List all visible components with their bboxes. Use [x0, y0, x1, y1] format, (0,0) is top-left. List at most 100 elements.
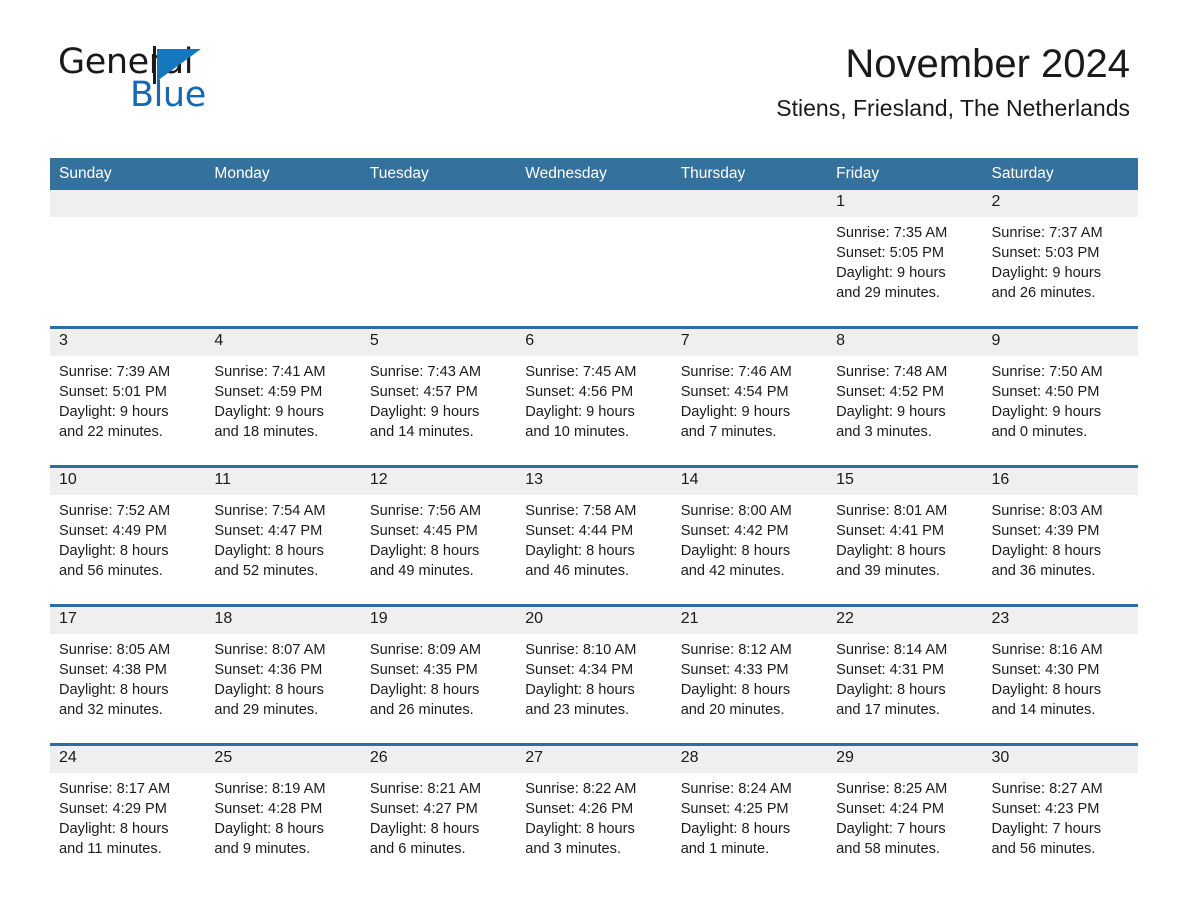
logo-triangle-flag-icon	[157, 49, 201, 81]
weekday-header-wednesday: Wednesday	[516, 158, 672, 190]
day-cell[interactable]: Sunrise: 8:00 AM Sunset: 4:42 PM Daylight:…	[671, 495, 828, 606]
day-cell[interactable]: Sunrise: 8:22 AM Sunset: 4:26 PM Daylight:…	[516, 773, 672, 882]
sunrise-text: Sunrise: 7:43 AM	[369, 364, 481, 380]
day-cell[interactable]: Sunrise: 7:41 AM Sunset: 4:59 PM Daylight:…	[205, 356, 361, 467]
daylight-text-1: Daylight: 9 hours	[214, 404, 324, 420]
day-cell[interactable]: Sunrise: 8:14 AM Sunset: 4:31 PM Daylight:…	[827, 634, 983, 745]
day-cell[interactable]: Sunrise: 8:05 AM Sunset: 4:38 PM Daylight:…	[50, 634, 206, 745]
day-cell[interactable]: Sunrise: 8:01 AM Sunset: 4:41 PM Daylight:…	[827, 495, 983, 606]
day-cell[interactable]: Sunrise: 7:50 AM Sunset: 4:50 PM Daylight:…	[982, 356, 1138, 467]
daylight-text-1: Daylight: 8 hours	[369, 821, 480, 837]
day-number: 17	[50, 604, 206, 634]
daylight-text-2: and 18 minutes.	[214, 424, 319, 440]
day-cell[interactable]: Sunrise: 7:54 AM Sunset: 4:47 PM Daylight:…	[205, 495, 361, 606]
day-cell[interactable]: Sunrise: 7:43 AM Sunset: 4:57 PM Daylight:…	[360, 356, 517, 467]
day-cell[interactable]: Sunrise: 8:21 AM Sunset: 4:27 PM Daylight:…	[360, 773, 517, 882]
sunrise-text: Sunrise: 7:37 AM	[991, 225, 1103, 241]
sunrise-text: Sunrise: 7:54 AM	[214, 503, 326, 519]
week-row: 1 2	[50, 190, 1138, 217]
day-cell[interactable]: Sunrise: 8:27 AM Sunset: 4:23 PM Daylight:…	[982, 773, 1138, 882]
sunset-text: Sunset: 4:29 PM	[59, 801, 167, 817]
day-number: 30	[982, 743, 1138, 773]
sunrise-text: Sunrise: 8:17 AM	[59, 781, 171, 797]
day-cell[interactable]: Sunrise: 8:24 AM Sunset: 4:25 PM Daylight:…	[671, 773, 828, 882]
day-cell[interactable]: Sunrise: 7:58 AM Sunset: 4:44 PM Daylight:…	[516, 495, 672, 606]
sunset-text: Sunset: 4:35 PM	[369, 662, 478, 678]
daylight-text-2: and 9 minutes.	[214, 841, 311, 857]
day-cell[interactable]: Sunrise: 7:37 AM Sunset: 5:03 PM Daylight:…	[982, 217, 1138, 328]
week-row: 17 18 19 20 21 22 23	[50, 604, 1138, 634]
day-cell[interactable]	[50, 217, 206, 328]
day-cell[interactable]: Sunrise: 7:45 AM Sunset: 4:56 PM Daylight:…	[516, 356, 672, 467]
day-cell[interactable]: Sunrise: 8:25 AM Sunset: 4:24 PM Daylight:…	[827, 773, 983, 882]
week-row: 24 25 26 27 28 29 30	[50, 743, 1138, 773]
day-cell[interactable]: Sunrise: 7:39 AM Sunset: 5:01 PM Daylight:…	[50, 356, 206, 467]
day-cell[interactable]: Sunrise: 8:07 AM Sunset: 4:36 PM Daylight:…	[205, 634, 361, 745]
day-cell[interactable]: Sunrise: 8:17 AM Sunset: 4:29 PM Daylight:…	[50, 773, 206, 882]
sunrise-text: Sunrise: 8:03 AM	[991, 503, 1103, 519]
sunrise-text: Sunrise: 7:45 AM	[525, 364, 637, 380]
day-cell[interactable]: Sunrise: 8:10 AM Sunset: 4:34 PM Daylight:…	[516, 634, 672, 745]
day-cell[interactable]: Sunrise: 8:16 AM Sunset: 4:30 PM Daylight:…	[982, 634, 1138, 745]
title-block: November 2024 Stiens, Friesland, The Net…	[776, 42, 1130, 121]
day-number: 22	[827, 604, 983, 634]
day-cell[interactable]: Sunrise: 7:46 AM Sunset: 4:54 PM Daylight:…	[671, 356, 828, 467]
daylight-text-2: and 20 minutes.	[680, 702, 785, 718]
daylight-text-1: Daylight: 9 hours	[991, 404, 1102, 420]
week-detail-row: Sunrise: 7:35 AM Sunset: 5:05 PM Daylight:…	[50, 217, 1138, 328]
sunset-text: Sunset: 4:24 PM	[836, 801, 945, 817]
day-cell[interactable]: Sunrise: 7:35 AM Sunset: 5:05 PM Daylight:…	[827, 217, 983, 328]
sunset-text: Sunset: 4:39 PM	[991, 523, 1100, 539]
day-cell[interactable]: Sunrise: 7:56 AM Sunset: 4:45 PM Daylight:…	[360, 495, 517, 606]
daylight-text-1: Daylight: 9 hours	[991, 265, 1102, 281]
day-cell[interactable]	[671, 217, 828, 328]
weekday-header-tuesday: Tuesday	[360, 158, 517, 190]
daylight-text-1: Daylight: 8 hours	[680, 543, 791, 559]
sunrise-text: Sunrise: 8:14 AM	[836, 642, 948, 658]
sunrise-text: Sunrise: 8:16 AM	[991, 642, 1103, 658]
daylight-text-1: Daylight: 8 hours	[991, 682, 1102, 698]
day-cell[interactable]: Sunrise: 7:52 AM Sunset: 4:49 PM Daylight:…	[50, 495, 206, 606]
day-number: 12	[360, 465, 517, 495]
daylight-text-2: and 29 minutes.	[836, 285, 940, 301]
sunset-text: Sunset: 4:52 PM	[836, 384, 945, 400]
sunset-text: Sunset: 4:23 PM	[991, 801, 1100, 817]
day-number: 13	[516, 465, 672, 495]
day-cell[interactable]	[360, 217, 517, 328]
daylight-text-2: and 58 minutes.	[836, 841, 940, 857]
day-cell[interactable]: Sunrise: 8:03 AM Sunset: 4:39 PM Daylight:…	[982, 495, 1138, 606]
calendar-grid: Sunday Monday Tuesday Wednesday Thursday…	[50, 158, 1138, 882]
week-detail-row: Sunrise: 7:39 AM Sunset: 5:01 PM Daylight:…	[50, 356, 1138, 467]
day-number	[50, 190, 206, 217]
sunrise-text: Sunrise: 8:07 AM	[214, 642, 326, 658]
sunset-text: Sunset: 5:01 PM	[59, 384, 167, 400]
day-cell[interactable]	[516, 217, 672, 328]
daylight-text-1: Daylight: 8 hours	[680, 821, 791, 837]
daylight-text-2: and 36 minutes.	[991, 563, 1096, 579]
calendar-body: 1 2 Sunrise: 7:35 AM Sunset: 5:05 PM Dayli…	[50, 190, 1138, 882]
weekday-header-sunday: Sunday	[50, 158, 206, 190]
logo-flagpole-icon	[153, 46, 156, 84]
day-number: 29	[827, 743, 983, 773]
daylight-text-2: and 49 minutes.	[369, 563, 474, 579]
generalblue-logo[interactable]: General Blue	[58, 45, 328, 117]
day-cell[interactable]: Sunrise: 8:09 AM Sunset: 4:35 PM Daylight:…	[360, 634, 517, 745]
day-cell[interactable]: Sunrise: 8:12 AM Sunset: 4:33 PM Daylight:…	[671, 634, 828, 745]
sunrise-text: Sunrise: 8:19 AM	[214, 781, 326, 797]
sunrise-text: Sunrise: 8:25 AM	[836, 781, 948, 797]
sunset-text: Sunset: 4:36 PM	[214, 662, 323, 678]
sunset-text: Sunset: 4:57 PM	[369, 384, 478, 400]
daylight-text-1: Daylight: 8 hours	[214, 821, 324, 837]
daylight-text-2: and 1 minute.	[680, 841, 770, 857]
day-number	[205, 190, 361, 217]
daylight-text-2: and 22 minutes.	[59, 424, 163, 440]
day-number	[516, 190, 672, 217]
day-cell[interactable]	[205, 217, 361, 328]
day-cell[interactable]: Sunrise: 7:48 AM Sunset: 4:52 PM Daylight:…	[827, 356, 983, 467]
daylight-text-2: and 52 minutes.	[214, 563, 319, 579]
sunrise-text: Sunrise: 8:01 AM	[836, 503, 948, 519]
day-cell[interactable]: Sunrise: 8:19 AM Sunset: 4:28 PM Daylight:…	[205, 773, 361, 882]
sunrise-text: Sunrise: 8:27 AM	[991, 781, 1103, 797]
sunset-text: Sunset: 4:54 PM	[680, 384, 789, 400]
day-number: 27	[516, 743, 672, 773]
